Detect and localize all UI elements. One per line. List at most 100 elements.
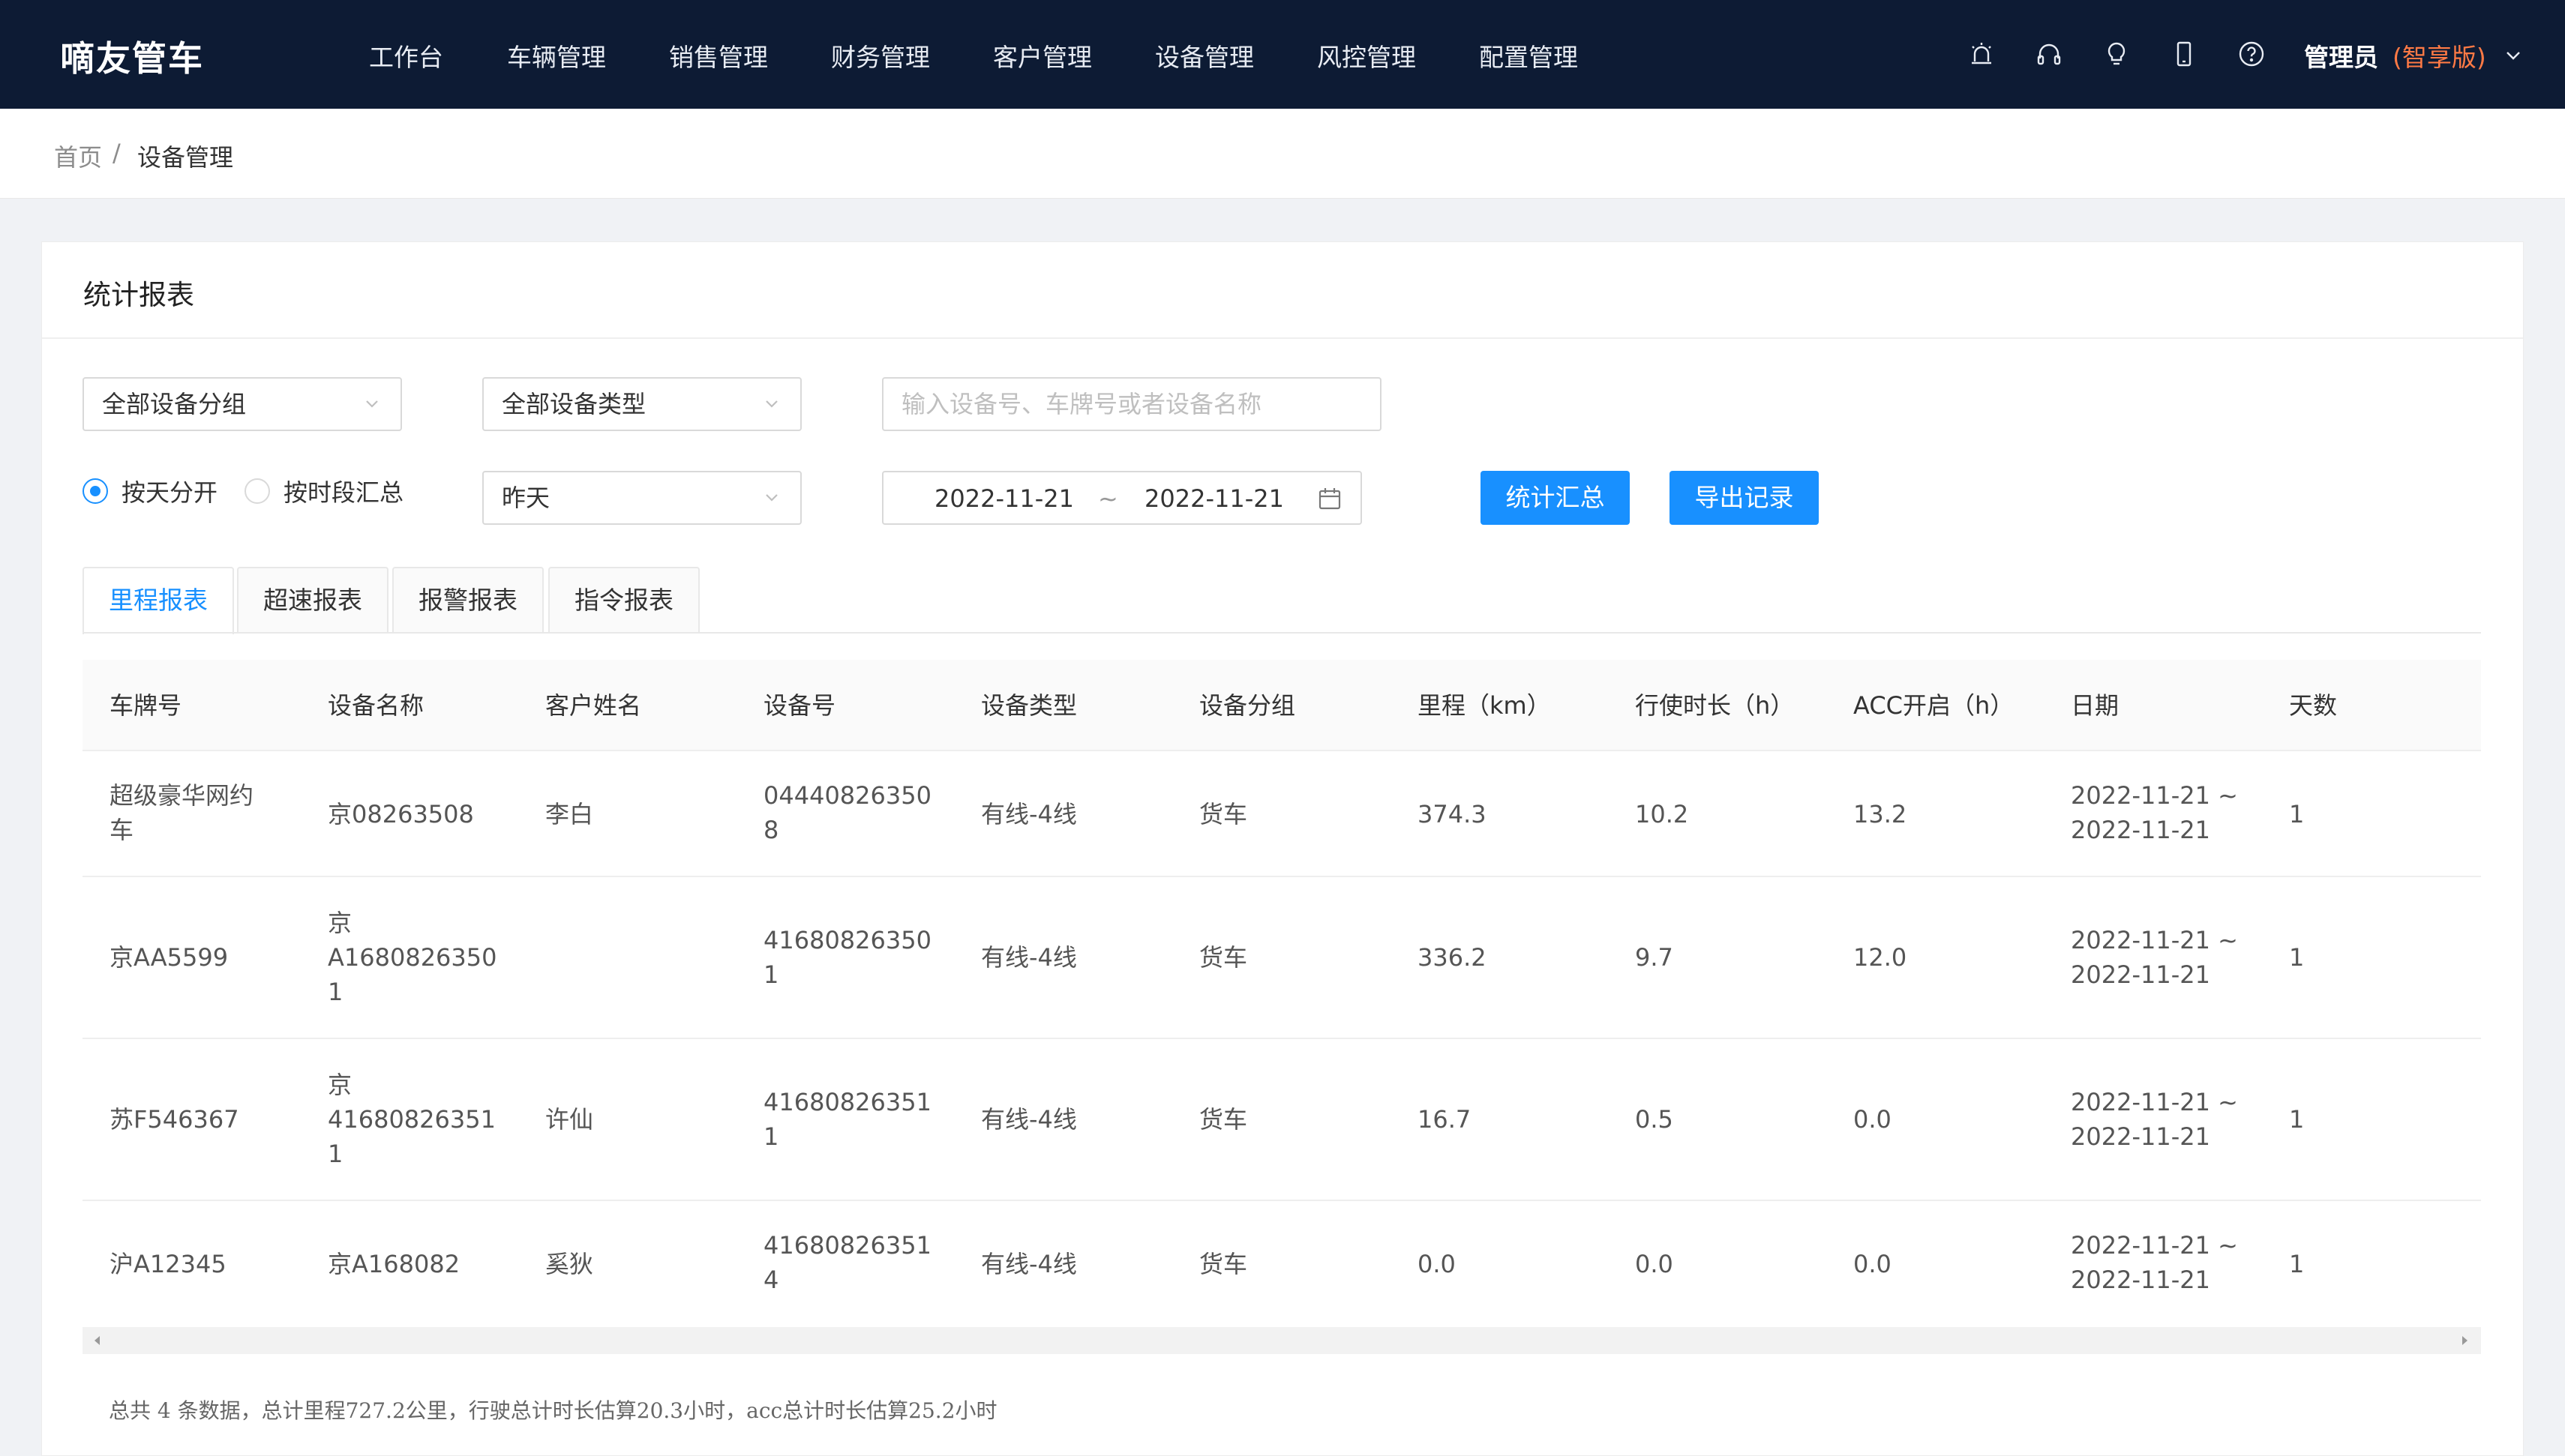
date-range-picker[interactable]: 2022-11-21 ~ 2022-11-21 [882,471,1362,525]
cell-days: 1 [2289,1105,2305,1134]
nav-item-risk[interactable]: 风控管理 [1317,37,1416,73]
cell-customer: 奚狄 [545,1250,594,1278]
column-header[interactable]: 设备分组 [1199,688,1295,723]
column-header[interactable]: ACC开启（h） [1853,688,2014,723]
cell-mileage: 374.3 [1418,800,1486,828]
cell-device-group: 货车 [1199,1105,1248,1134]
nav-item-customers[interactable]: 客户管理 [993,37,1092,73]
brand-logo[interactable]: 嘀友管车 [60,31,204,81]
cell-device-no: 41680826351 1 [764,1088,932,1151]
cell-device-no: 04440826350 8 [764,781,932,844]
nav-item-finance[interactable]: 财务管理 [831,37,930,73]
table-summary: 总共 4 条数据，总计里程727.2公里，行驶总计时长估算20.3小时，acc总… [109,1398,998,1423]
cell-device-name: 京 A1680826350 1 [328,909,497,1006]
cell-device-name: 京 41680826351 1 [328,1071,496,1168]
column-header[interactable]: 设备名称 [328,688,424,723]
radio-by-day[interactable]: 按天分开 [82,474,232,507]
breadcrumb-current: 设备管理 [137,143,234,172]
cell-acc: 0.0 [1853,1250,1892,1278]
cell-date: 2022-11-21 ~ 2022-11-21 [2071,781,2238,844]
scroll-left-icon[interactable] [90,1333,105,1348]
nav-item-config[interactable]: 配置管理 [1479,37,1578,73]
tab-command[interactable]: 指令报表 [548,567,700,633]
radio-dot [82,478,108,504]
column-header[interactable]: 天数 [2289,688,2337,723]
calendar-icon [1317,486,1342,511]
device-group-value: 全部设备分组 [102,390,247,418]
column-header[interactable]: 设备类型 [981,688,1077,723]
column-header[interactable]: 客户姓名 [545,688,641,723]
breadcrumb-separator: / [112,139,121,167]
date-start[interactable]: 2022-11-21 [934,484,1074,513]
scroll-right-icon[interactable] [2457,1333,2472,1348]
help-icon[interactable] [2236,39,2266,69]
table-row[interactable]: 苏F546367 京 41680826351 1 许仙 41680826351 … [82,1039,2481,1201]
cell-device-no: 41680826351 4 [764,1231,932,1294]
cell-device-type: 有线-4线 [981,1250,1077,1278]
radio-by-day-label: 按天分开 [122,478,218,507]
radio-by-period[interactable]: 按时段汇总 [244,474,417,507]
tabs-divider [82,632,2481,634]
export-button[interactable]: 导出记录 [1670,471,1819,525]
radio-by-period-label: 按时段汇总 [284,478,404,507]
mileage-table: 车牌号 设备名称 客户姓名 设备号 设备类型 设备分组 里程（km） 行使时长（… [82,660,2481,1327]
nav-item-devices[interactable]: 设备管理 [1155,37,1254,73]
cell-date: 2022-11-21 ~ 2022-11-21 [2071,926,2238,989]
tab-mileage[interactable]: 里程报表 [82,567,234,634]
column-header[interactable]: 行使时长（h） [1635,688,1794,723]
table-header: 车牌号 设备名称 客户姓名 设备号 设备类型 设备分组 里程（km） 行使时长（… [82,660,2481,751]
summary-button[interactable]: 统计汇总 [1480,471,1630,525]
table-horizontal-scrollbar[interactable] [82,1327,2481,1354]
date-end[interactable]: 2022-11-21 [1144,484,1284,513]
tab-alarm[interactable]: 报警报表 [392,567,544,633]
headset-icon[interactable] [2034,39,2064,69]
device-group-select[interactable]: 全部设备分组 [82,377,402,431]
column-header[interactable]: 设备号 [764,688,836,723]
nav-item-workbench[interactable]: 工作台 [369,37,443,73]
date-separator: ~ [1098,484,1118,513]
card-divider [42,337,2523,339]
cell-device-group: 货车 [1199,1250,1248,1278]
device-type-value: 全部设备类型 [502,390,646,418]
cell-device-name: 京08263508 [328,800,474,828]
column-header[interactable]: 日期 [2071,688,2119,723]
cell-plate: 苏F546367 [110,1105,239,1134]
cell-mileage: 16.7 [1418,1105,1472,1134]
table-row[interactable]: 沪A12345 京A168082 奚狄 41680826351 4 有线-4线 … [82,1201,2481,1327]
cell-customer: 许仙 [545,1105,594,1134]
cell-date: 2022-11-21 ~ 2022-11-21 [2071,1231,2238,1294]
breadcrumb-home[interactable]: 首页 [54,139,102,173]
cell-device-group: 货车 [1199,800,1248,828]
column-header[interactable]: 车牌号 [110,688,182,723]
chevron-down-icon [760,486,784,510]
chevron-down-icon[interactable] [2500,42,2527,69]
nav-item-vehicles[interactable]: 车辆管理 [507,37,606,73]
period-select[interactable]: 昨天 [482,471,802,525]
cell-device-type: 有线-4线 [981,1105,1077,1134]
cell-acc: 12.0 [1853,943,1907,972]
table-row[interactable]: 超级豪华网约 车 京08263508 李白 04440826350 8 有线-4… [82,751,2481,877]
cell-days: 1 [2289,800,2305,828]
radio-dot [244,478,270,504]
cell-device-group: 货车 [1199,943,1248,972]
cell-device-no: 41680826350 1 [764,926,932,989]
device-type-select[interactable]: 全部设备类型 [482,377,802,431]
search-input[interactable] [882,377,1382,431]
cell-device-type: 有线-4线 [981,943,1077,972]
breadcrumb: 首页 / 设备管理 [0,109,2565,199]
nav-item-sales[interactable]: 销售管理 [669,37,768,73]
tab-speeding[interactable]: 超速报表 [237,567,388,633]
cell-plate: 超级豪华网约 车 [110,781,254,844]
user-edition-badge: (智享版) [2392,43,2486,72]
user-name[interactable]: 管理员 [2304,37,2378,73]
page-title: 统计报表 [83,279,194,311]
alarm-icon[interactable] [1966,39,1996,69]
cell-device-type: 有线-4线 [981,800,1077,828]
mobile-icon[interactable] [2169,39,2199,69]
lightbulb-icon[interactable] [2102,39,2132,69]
column-header[interactable]: 里程（km） [1418,688,1551,723]
table-row[interactable]: 京AA5599 京 A1680826350 1 41680826350 1 有线… [82,877,2481,1039]
cell-customer: 李白 [545,800,594,828]
cell-drive-time: 0.5 [1635,1105,1673,1134]
cell-mileage: 0.0 [1418,1250,1456,1278]
